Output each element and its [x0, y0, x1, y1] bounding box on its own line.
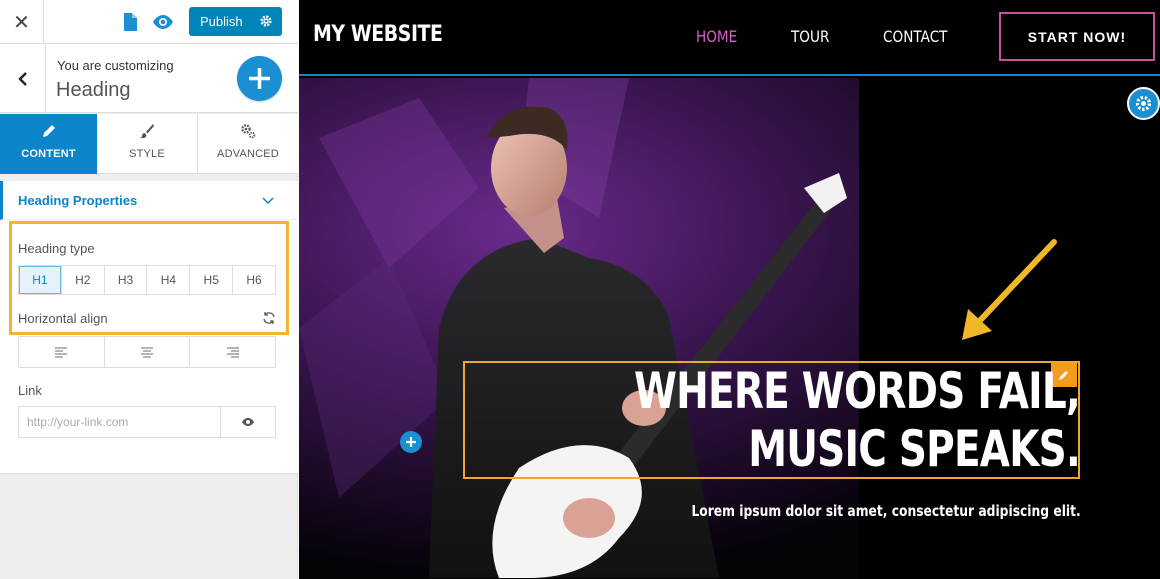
- align-center-button[interactable]: [105, 337, 191, 367]
- pencil-icon: [42, 125, 55, 137]
- reset-icon[interactable]: [262, 311, 276, 325]
- publish-button[interactable]: Publish: [189, 7, 282, 36]
- align-left-button[interactable]: [19, 337, 105, 367]
- heading-type-h5[interactable]: H5: [190, 266, 234, 294]
- gears-icon: [241, 124, 256, 139]
- brush-icon: [140, 124, 154, 139]
- heading-type-h6[interactable]: H6: [233, 266, 275, 294]
- gear-icon[interactable]: [259, 14, 273, 28]
- start-now-button[interactable]: START NOW!: [999, 12, 1155, 61]
- panel-divider: [0, 473, 298, 474]
- customizing-header: You are customizing Heading: [0, 44, 298, 113]
- tab-content-label: CONTENT: [21, 148, 76, 160]
- eye-icon: [242, 418, 254, 426]
- section-title: Heading Properties: [18, 193, 138, 208]
- add-element-button[interactable]: [237, 56, 282, 101]
- chevron-down-icon: [262, 197, 274, 205]
- customizer-panel: ✕ Publish You are customizing Heading CO…: [0, 0, 298, 579]
- heading-properties-toggle[interactable]: Heading Properties: [0, 181, 298, 220]
- align-right-icon: [226, 347, 239, 358]
- horizontal-align-selector: [18, 336, 276, 368]
- arrow-annotation: [962, 239, 1057, 340]
- tab-advanced[interactable]: ADVANCED: [198, 114, 298, 174]
- plus-icon: [249, 68, 270, 89]
- publish-label: Publish: [200, 14, 243, 29]
- chevron-left-icon: [17, 71, 27, 86]
- preview-eye-icon[interactable]: [152, 12, 174, 32]
- add-column-button[interactable]: [400, 431, 422, 453]
- nav-contact[interactable]: CONTACT: [883, 27, 947, 46]
- site-header: MY WEBSITE HOME TOUR CONTACT START NOW!: [299, 0, 1160, 76]
- gear-icon: [1135, 95, 1152, 112]
- heading-type-h2[interactable]: H2: [62, 266, 105, 294]
- tab-style[interactable]: STYLE: [97, 114, 198, 174]
- heading-type-selector: H1 H2 H3 H4 H5 H6: [18, 265, 276, 295]
- hero-heading-line-2: MUSIC SPEAKS.: [748, 420, 1081, 478]
- customizing-label: You are customizing: [57, 58, 174, 73]
- horizontal-align-label: Horizontal align: [18, 311, 108, 326]
- customizing-title: Heading: [56, 79, 131, 101]
- align-center-icon: [141, 347, 153, 358]
- nav-home[interactable]: HOME: [696, 27, 737, 46]
- section-settings-button[interactable]: [1127, 87, 1160, 120]
- plus-icon: [406, 437, 416, 447]
- hero-heading-line-1: WHERE WORDS FAIL,: [633, 362, 1081, 420]
- nav-tour[interactable]: TOUR: [791, 27, 829, 46]
- back-button[interactable]: [0, 44, 46, 113]
- tab-content[interactable]: CONTENT: [0, 114, 97, 174]
- tab-style-label: STYLE: [129, 148, 165, 160]
- heading-type-h4[interactable]: H4: [147, 266, 191, 294]
- heading-type-h1[interactable]: H1: [19, 266, 62, 294]
- panel-tabs: CONTENT STYLE ADVANCED: [0, 114, 298, 174]
- close-button[interactable]: ✕: [0, 0, 44, 44]
- document-icon[interactable]: [121, 12, 139, 32]
- close-icon: ✕: [13, 11, 30, 34]
- site-preview: MY WEBSITE HOME TOUR CONTACT START NOW!: [299, 0, 1160, 579]
- customizer-topbar: ✕ Publish: [0, 0, 298, 44]
- link-input[interactable]: [18, 406, 221, 438]
- link-options-button[interactable]: [220, 406, 276, 438]
- heading-type-label: Heading type: [18, 241, 95, 256]
- heading-type-h3[interactable]: H3: [105, 266, 148, 294]
- hero-section: WHERE WORDS FAIL, MUSIC SPEAKS. Lorem ip…: [299, 78, 1160, 579]
- tab-advanced-label: ADVANCED: [217, 148, 279, 160]
- hero-heading[interactable]: WHERE WORDS FAIL, MUSIC SPEAKS.: [480, 362, 1081, 478]
- align-left-icon: [55, 347, 68, 358]
- hero-subtext: Lorem ipsum dolor sit amet, consectetur …: [691, 502, 1081, 520]
- link-label: Link: [18, 383, 42, 398]
- site-logo[interactable]: MY WEBSITE: [313, 22, 443, 47]
- align-right-button[interactable]: [190, 337, 275, 367]
